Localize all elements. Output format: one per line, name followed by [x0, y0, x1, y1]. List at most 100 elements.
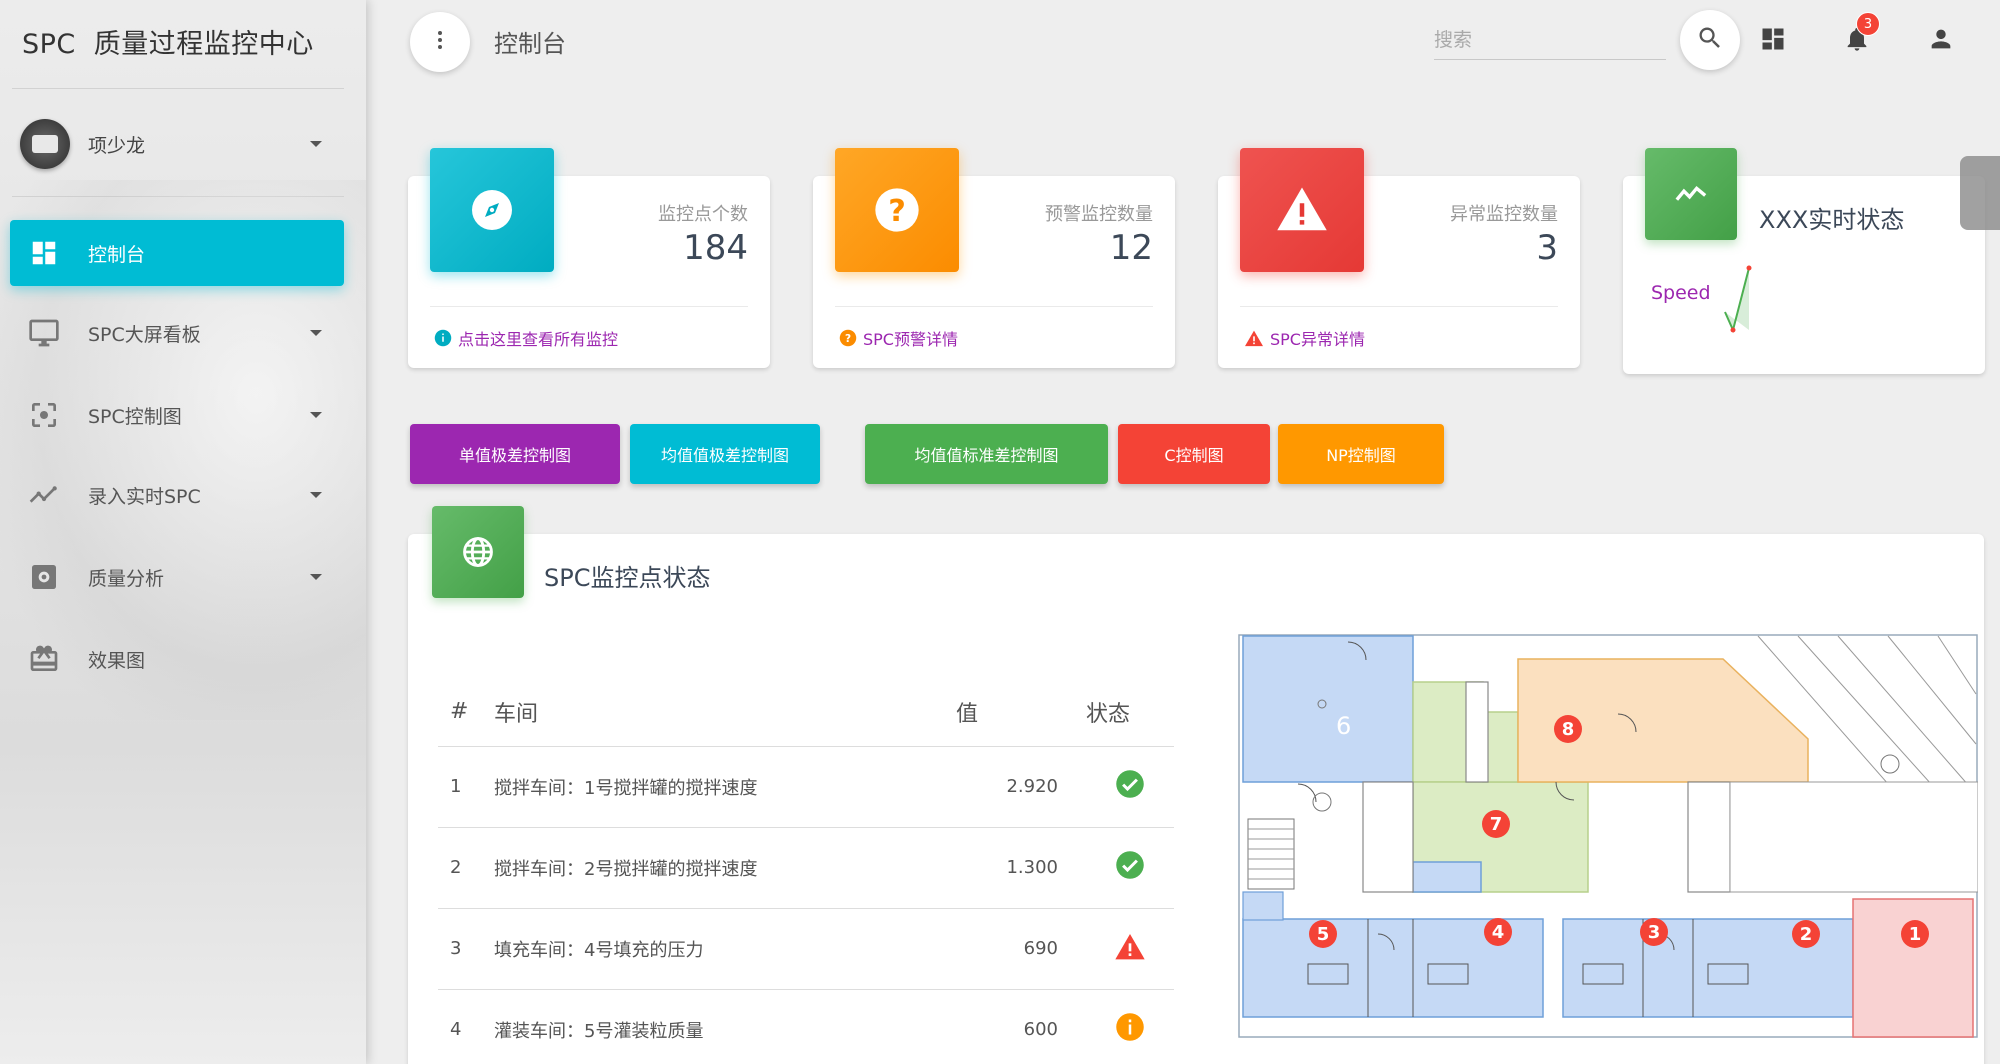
sidebar-item-spc-board[interactable]: SPC大屏看板	[10, 300, 344, 366]
sidebar-divider	[12, 196, 344, 197]
row-workshop: 搅拌车间：2号搅拌罐的搅拌速度	[494, 827, 956, 909]
row-number: 2	[438, 827, 494, 909]
chart-button-c[interactable]: C控制图	[1118, 424, 1270, 484]
sidebar-item-spc-chart[interactable]: SPC控制图	[10, 382, 344, 448]
notification-badge: 3	[1856, 12, 1880, 36]
stat-link[interactable]: 点击这里查看所有监控	[434, 326, 618, 350]
column-header: #	[438, 678, 494, 747]
zone-marker-label: 2	[1800, 924, 1813, 945]
warning-icon	[1245, 330, 1263, 347]
timeline-icon	[28, 479, 60, 511]
stat-value: 12	[1109, 228, 1153, 268]
sidebar-item-label: 录入实时SPC	[88, 485, 201, 508]
stat-link[interactable]: SPC异常详情	[1244, 326, 1365, 350]
dashboard-button[interactable]	[1754, 22, 1792, 60]
column-header: 车间	[494, 678, 956, 747]
chart-button-individual-range[interactable]: 单值极差控制图	[410, 424, 620, 484]
status-cell	[1086, 827, 1174, 909]
trending-icon	[1645, 148, 1737, 240]
card-giftcard-icon	[28, 643, 60, 675]
table-row[interactable]: 4 灌装车间：5号灌装粒质量 600	[438, 989, 1174, 1064]
chart-button-xbar-r[interactable]: 均值值极差控制图	[630, 424, 820, 484]
sidebar-item-realtime-spc[interactable]: 录入实时SPC	[10, 462, 344, 528]
zone-marker-label: 3	[1648, 922, 1661, 943]
avatar[interactable]	[20, 119, 70, 169]
settings-tab[interactable]	[1960, 156, 2000, 230]
zone-marker-label: 7	[1490, 814, 1503, 835]
dashboard-icon	[28, 237, 60, 269]
brand-title: 质量过程监控中心	[93, 29, 314, 60]
zone-1[interactable]	[1852, 898, 1974, 1038]
row-workshop: 灌装车间：5号灌装粒质量	[494, 989, 956, 1064]
zone-marker-label: 5	[1317, 924, 1330, 945]
sidebar-item-effect[interactable]: 效果图	[10, 626, 344, 692]
dashboard-icon	[1759, 25, 1787, 57]
sidebar-item-dashboard[interactable]: 控制台	[10, 220, 344, 286]
row-number: 3	[438, 908, 494, 990]
sidebar-item-label: SPC大屏看板	[88, 323, 201, 346]
chevron-down-icon	[310, 141, 322, 147]
status-table: # 车间 值 状态 1 搅拌车间：1号搅拌罐的搅拌速度 2.920 2 搅拌车间…	[438, 678, 1174, 1064]
stat-link[interactable]: ? SPC预警详情	[839, 326, 958, 350]
search-button[interactable]	[1680, 10, 1740, 70]
chart-button-np[interactable]: NP控制图	[1278, 424, 1444, 484]
table-row[interactable]: 2 搅拌车间：2号搅拌罐的搅拌速度 1.300	[438, 827, 1174, 909]
stat-category: 预警监控数量	[1045, 204, 1153, 225]
column-header: 状态	[1086, 678, 1174, 747]
brand-logo[interactable]: SPC 质量过程监控中心	[22, 22, 314, 61]
stat-category: 异常监控数量	[1450, 204, 1558, 225]
zone-6[interactable]	[1242, 635, 1414, 783]
more-vert-icon	[428, 28, 452, 56]
sidebar-item-label: SPC控制图	[88, 405, 182, 428]
zone-marker-label: 8	[1562, 719, 1575, 740]
stat-value: 184	[683, 228, 748, 268]
table-row[interactable]: 1 搅拌车间：1号搅拌罐的搅拌速度 2.920	[438, 746, 1174, 828]
realtime-title: XXX实时状态	[1759, 206, 1905, 234]
stat-divider	[835, 306, 1153, 307]
person-icon	[1927, 25, 1955, 57]
realtime-label: Speed	[1651, 282, 1711, 304]
more-vert-button[interactable]	[410, 12, 470, 72]
stat-divider	[1240, 306, 1558, 307]
zone-marker-label: 1	[1909, 924, 1922, 945]
settings-box-icon	[28, 561, 60, 593]
account-button[interactable]	[1922, 22, 1960, 60]
warning-icon	[1240, 148, 1364, 272]
stat-category: 监控点个数	[658, 204, 748, 225]
info-icon	[1116, 1013, 1144, 1041]
speed-sparkline	[1724, 265, 1752, 334]
floor-plan-map[interactable]: 6 8 7 5 4 3 2 1	[1238, 634, 1978, 1038]
svg-text:?: ?	[888, 194, 906, 229]
search-input[interactable]	[1434, 20, 1666, 60]
sidebar-divider	[12, 88, 344, 89]
search-icon	[1696, 24, 1724, 56]
user-name: 项少龙	[88, 134, 146, 157]
table-row[interactable]: 3 填充车间：4号填充的压力 690	[438, 908, 1174, 990]
sidebar-item-label: 控制台	[88, 243, 146, 266]
row-value: 1.300	[956, 827, 1086, 909]
stat-value: 3	[1536, 228, 1558, 268]
panel-title: SPC监控点状态	[544, 564, 711, 592]
page-title: 控制台	[494, 30, 566, 58]
sidebar-item-label: 效果图	[88, 649, 146, 672]
column-header: 值	[956, 678, 1086, 747]
status-cell	[1086, 989, 1174, 1064]
stat-card-warnings: ? 预警监控数量 12 ? SPC预警详情	[813, 148, 1175, 368]
sidebar-item-quality-analysis[interactable]: 质量分析	[10, 544, 344, 610]
help-icon: ?	[835, 148, 959, 272]
chart-button-xbar-s[interactable]: 均值值标准差控制图	[865, 424, 1108, 484]
user-menu[interactable]: 项少龙	[20, 118, 340, 170]
help-icon: ?	[839, 329, 857, 347]
status-cell	[1086, 908, 1174, 990]
row-value: 690	[956, 908, 1086, 990]
row-value: 600	[956, 989, 1086, 1064]
stat-divider	[430, 306, 748, 307]
chevron-down-icon	[310, 412, 322, 418]
zone-blue-small	[1412, 861, 1482, 893]
stat-link-text: SPC预警详情	[863, 330, 958, 349]
info-icon	[434, 329, 452, 347]
svg-text:?: ?	[845, 333, 851, 345]
compass-icon	[430, 148, 554, 272]
row-number: 4	[438, 989, 494, 1064]
check-circle-icon	[1116, 770, 1144, 798]
